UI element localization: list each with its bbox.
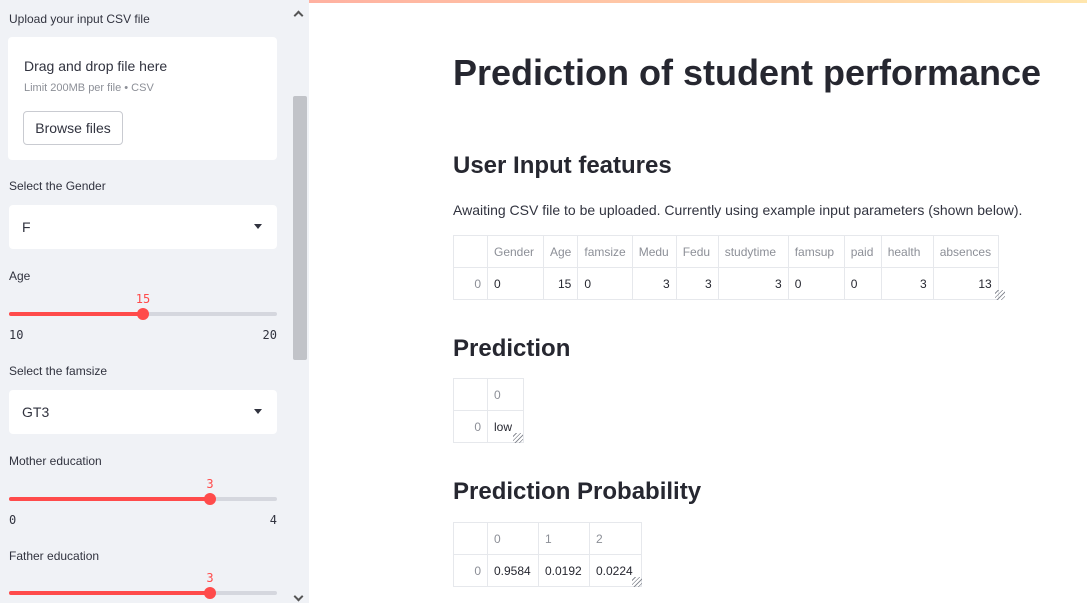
column-header[interactable]: 1 (538, 522, 590, 555)
column-header[interactable] (453, 235, 488, 268)
chevron-down-icon (254, 409, 262, 414)
resize-handle-icon[interactable] (632, 577, 642, 587)
column-header[interactable]: paid (843, 235, 882, 268)
prediction-heading: Prediction (453, 335, 571, 362)
age-slider-thumb[interactable] (137, 308, 149, 320)
medu-slider-track (9, 497, 277, 501)
medu-slider-max: 4 (269, 513, 277, 527)
medu-label: Mother education (9, 454, 102, 468)
file-dropzone[interactable]: Drag and drop file here Limit 200MB per … (8, 37, 277, 160)
table-cell[interactable]: 0 (487, 267, 544, 300)
medu-slider-value: 3 (206, 477, 214, 491)
sidebar-scrollbar-thumb[interactable] (293, 96, 307, 360)
medu-slider-thumb[interactable] (204, 493, 216, 505)
famsize-select[interactable]: GT3 (9, 390, 277, 434)
column-header[interactable]: Fedu (675, 235, 719, 268)
probability-heading: Prediction Probability (453, 478, 702, 505)
column-header[interactable]: Age (542, 235, 579, 268)
row-index: 0 (453, 410, 488, 443)
age-label: Age (9, 269, 31, 283)
column-header[interactable]: 0 (487, 522, 539, 555)
resize-handle-icon[interactable] (995, 290, 1005, 300)
age-slider-fill (9, 312, 143, 316)
page-title: Prediction of student performance (453, 52, 1042, 93)
table-cell[interactable]: 0 (843, 267, 882, 300)
column-header[interactable]: 2 (589, 522, 642, 555)
resize-handle-icon[interactable] (513, 433, 523, 443)
column-header[interactable]: famsup (787, 235, 845, 268)
main-content: Prediction of student performance User I… (309, 0, 1087, 603)
table-cell[interactable]: 15 (542, 267, 579, 300)
famsize-label: Select the famsize (9, 364, 108, 378)
browse-files-button[interactable]: Browse files (23, 111, 123, 145)
medu-slider-fill (9, 497, 210, 501)
age-slider-max: 20 (262, 328, 277, 342)
table-row: 0 0 15 0 3 3 3 0 0 3 13 (453, 267, 999, 300)
features-table[interactable]: Gender Age famsize Medu Fedu studytime f… (453, 235, 999, 300)
table-header-row: Gender Age famsize Medu Fedu studytime f… (453, 235, 999, 268)
gender-label: Select the Gender (9, 179, 106, 193)
column-header[interactable]: absences (932, 235, 999, 268)
column-header[interactable] (453, 522, 488, 555)
mother-education-slider[interactable]: 3 0 4 (9, 477, 277, 527)
table-cell[interactable]: 3 (675, 267, 719, 300)
table-cell[interactable]: 3 (631, 267, 677, 300)
table-cell[interactable]: 0.9584 (487, 554, 539, 587)
dropzone-limit: Limit 200MB per file • CSV (24, 82, 154, 94)
column-header[interactable] (453, 378, 488, 411)
age-slider[interactable]: 15 10 20 (9, 292, 277, 342)
table-cell[interactable]: 3 (717, 267, 789, 300)
column-header[interactable]: studytime (717, 235, 789, 268)
gender-select-value: F (22, 219, 31, 235)
table-header-row: 0 (453, 378, 524, 411)
table-cell[interactable]: 13 (932, 267, 999, 300)
fedu-slider-track (9, 591, 277, 595)
features-heading: User Input features (453, 152, 672, 179)
medu-slider-min: 0 (9, 513, 17, 527)
age-slider-min: 10 (9, 328, 24, 342)
chevron-down-icon (254, 224, 262, 229)
column-header[interactable]: Gender (487, 235, 544, 268)
upload-label: Upload your input CSV file (9, 12, 150, 26)
fedu-label: Father education (9, 549, 100, 563)
column-header[interactable]: Medu (631, 235, 677, 268)
row-index: 0 (453, 267, 488, 300)
table-row: 0 0.9584 0.0192 0.0224 (453, 554, 642, 587)
probability-table[interactable]: 0 1 2 0 0.9584 0.0192 0.0224 (453, 522, 642, 587)
table-cell[interactable]: 0.0192 (538, 554, 590, 587)
fedu-slider-value: 3 (206, 571, 214, 585)
gender-select[interactable]: F (9, 205, 277, 249)
column-header[interactable]: 0 (487, 378, 524, 411)
table-cell[interactable]: 0 (577, 267, 633, 300)
fedu-slider-thumb[interactable] (204, 587, 216, 599)
dropzone-title: Drag and drop file here (24, 58, 168, 74)
table-cell[interactable]: 0 (787, 267, 845, 300)
row-index: 0 (453, 554, 488, 587)
age-slider-value: 15 (135, 292, 151, 306)
info-text: Awaiting CSV file to be uploaded. Curren… (453, 202, 1023, 218)
famsize-select-value: GT3 (22, 404, 50, 420)
column-header[interactable]: health (880, 235, 934, 268)
table-header-row: 0 1 2 (453, 522, 642, 555)
fedu-slider-fill (9, 591, 210, 595)
father-education-slider[interactable]: 3 (9, 571, 277, 603)
column-header[interactable]: famsize (577, 235, 633, 268)
sidebar: Upload your input CSV file Drag and drop… (0, 0, 309, 603)
table-cell[interactable]: 3 (880, 267, 934, 300)
